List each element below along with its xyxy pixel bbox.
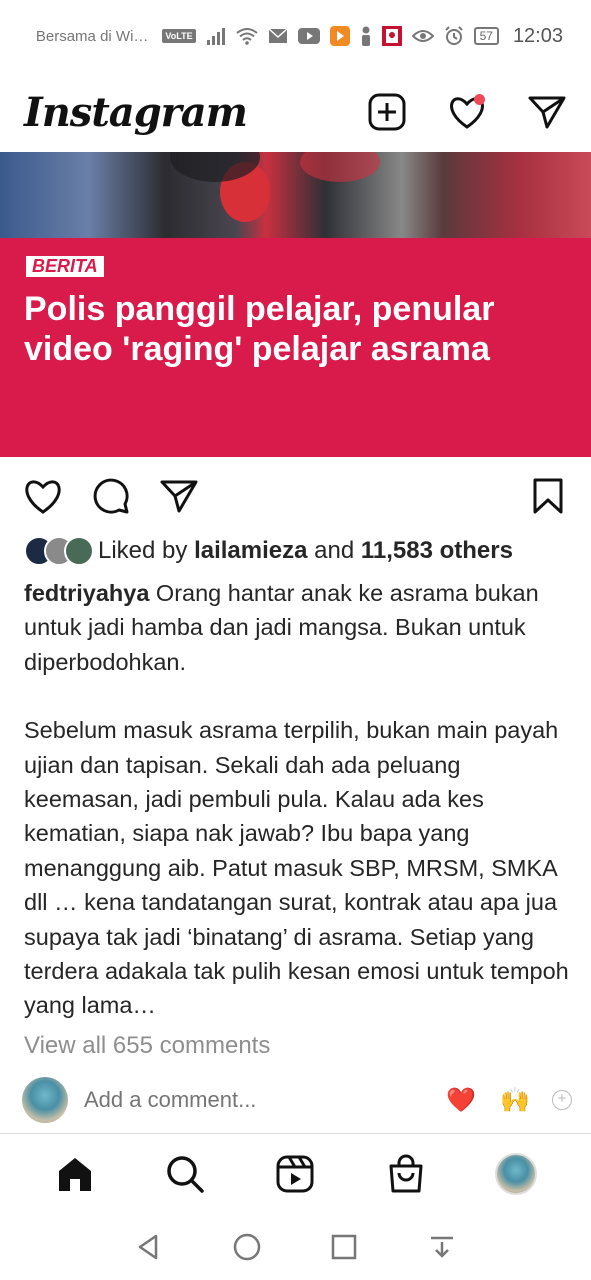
carrier-label: Bersama di Wi… bbox=[35, 27, 149, 45]
notification-pull-icon[interactable] bbox=[420, 1225, 464, 1269]
reels-icon[interactable] bbox=[273, 1152, 317, 1196]
heart-emoji-button[interactable]: ❤️ bbox=[446, 1086, 476, 1115]
eye-icon bbox=[411, 25, 434, 47]
search-icon[interactable] bbox=[163, 1152, 207, 1196]
likes-middle: and bbox=[314, 537, 355, 564]
post-caption: fedtriyahya Orang hantar anak ke asrama … bbox=[24, 576, 569, 1023]
bookmark-icon[interactable] bbox=[527, 475, 569, 517]
recents-icon[interactable] bbox=[322, 1225, 366, 1269]
my-avatar bbox=[22, 1077, 68, 1123]
likes-others[interactable]: 11,583 others bbox=[361, 537, 513, 565]
caption-text-2: Sebelum masuk asrama terpilih, bukan mai… bbox=[24, 717, 569, 1019]
app-header: Instagram bbox=[0, 72, 591, 152]
like-heart-icon[interactable] bbox=[22, 475, 64, 517]
profile-avatar-image bbox=[494, 1152, 537, 1195]
battery-icon: 57 bbox=[473, 27, 499, 45]
caption-username[interactable]: fedtriyahya bbox=[24, 580, 149, 606]
volte-badge: VoLTE bbox=[162, 29, 196, 43]
post-actions bbox=[0, 470, 591, 522]
comment-icon[interactable] bbox=[90, 475, 132, 517]
signal-icon bbox=[206, 25, 226, 47]
news-tag: BERITA bbox=[26, 256, 104, 277]
alarm-icon bbox=[444, 25, 464, 47]
home-circle-icon[interactable] bbox=[225, 1225, 269, 1269]
news-panel: BERITA Polis panggil pelajar, penular vi… bbox=[0, 238, 591, 457]
new-post-icon[interactable] bbox=[367, 92, 407, 132]
add-comment-row: ❤️ 🙌 + bbox=[22, 1076, 572, 1124]
likes-row[interactable]: Liked by lailamieza and 11,583 others bbox=[24, 536, 513, 566]
view-all-comments-link[interactable]: View all 655 comments bbox=[24, 1032, 270, 1060]
liker-avatar bbox=[64, 536, 94, 566]
status-bar: Bersama di Wi… VoLTE 57 12:03 bbox=[0, 0, 591, 72]
more-emoji-icon[interactable]: + bbox=[552, 1090, 572, 1110]
play-app-icon bbox=[329, 25, 350, 47]
home-icon[interactable] bbox=[53, 1152, 97, 1196]
bottom-nav bbox=[0, 1133, 591, 1213]
heart-icon[interactable] bbox=[447, 92, 487, 132]
system-nav-bar bbox=[0, 1213, 591, 1280]
notification-dot bbox=[474, 94, 485, 105]
liker-avatars bbox=[24, 536, 94, 566]
share-icon[interactable] bbox=[158, 475, 200, 517]
shop-icon[interactable] bbox=[384, 1152, 428, 1196]
person-icon bbox=[360, 25, 372, 47]
kfc-icon bbox=[381, 25, 402, 47]
back-icon[interactable] bbox=[127, 1225, 171, 1269]
comment-input[interactable] bbox=[84, 1087, 404, 1113]
youtube-icon bbox=[297, 25, 320, 47]
likes-prefix: Liked by bbox=[98, 537, 188, 564]
mail-icon bbox=[268, 25, 288, 47]
liker-username[interactable]: lailamieza bbox=[194, 537, 307, 565]
profile-avatar[interactable] bbox=[494, 1152, 538, 1196]
clock: 12:03 bbox=[512, 24, 563, 47]
news-headline: Polis panggil pelajar, penular video 'ra… bbox=[24, 290, 495, 368]
news-photo bbox=[0, 152, 591, 238]
post-image[interactable]: BERITA Polis panggil pelajar, penular vi… bbox=[0, 152, 591, 457]
instagram-logo[interactable]: Instagram bbox=[24, 89, 248, 136]
direct-message-icon[interactable] bbox=[527, 92, 567, 132]
header-actions bbox=[367, 92, 567, 132]
wifi-icon bbox=[235, 25, 258, 47]
raised-hands-emoji-button[interactable]: 🙌 bbox=[500, 1086, 530, 1115]
